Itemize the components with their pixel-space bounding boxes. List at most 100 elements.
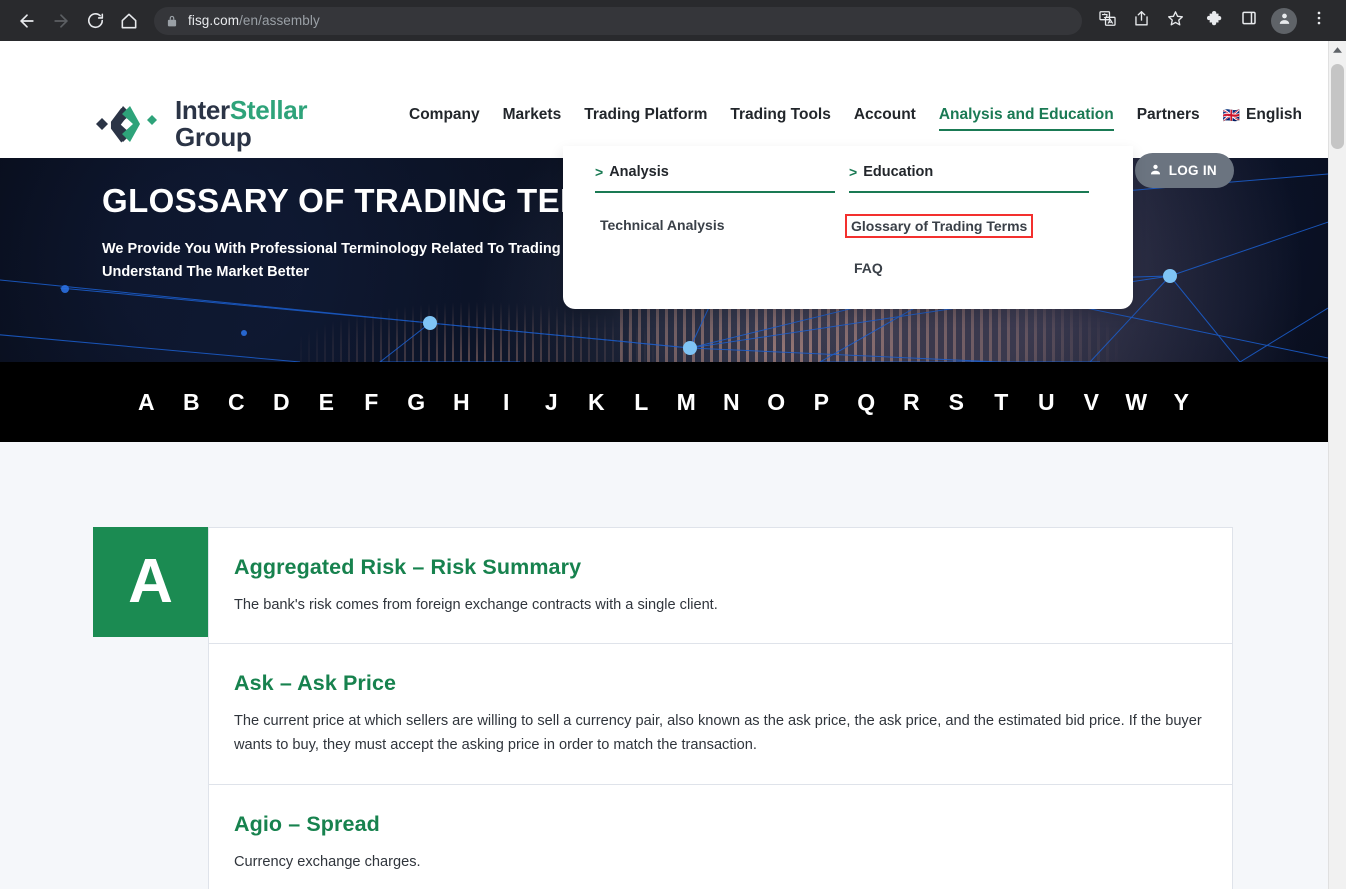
- address-bar[interactable]: fisg.com/en/assembly: [154, 6, 1082, 35]
- scrollbar-thumb[interactable]: [1331, 64, 1344, 149]
- alphabet-index-bar: A B C D E F G H I J K L M N O P Q R S T …: [0, 362, 1328, 442]
- nav-item-partners[interactable]: Partners: [1137, 106, 1200, 131]
- dropdown-links-analysis: Technical Analysis: [595, 193, 847, 255]
- back-button[interactable]: [10, 4, 44, 38]
- alphabet-letter-i[interactable]: I: [484, 389, 529, 416]
- alphabet-letter-c[interactable]: C: [214, 389, 259, 416]
- nav-item-markets[interactable]: Markets: [503, 106, 562, 131]
- logo-wordmark: InterStellar Group: [175, 95, 308, 153]
- glossary-term-description: Currency exchange charges.: [234, 853, 421, 870]
- dropdown-heading-education-label: Education: [863, 164, 934, 180]
- url-host: fisg.com: [188, 13, 240, 28]
- alphabet-letter-b[interactable]: B: [169, 389, 214, 416]
- glossary-term-description: The current price at which sellers are w…: [234, 713, 1202, 754]
- dropdown-links-education: Glossary of Trading Terms FAQ: [845, 193, 1101, 298]
- chevron-right-icon: >: [595, 164, 604, 180]
- glossary-term-description: The bank's risk comes from foreign excha…: [234, 597, 718, 613]
- alphabet-letter-m[interactable]: M: [664, 389, 709, 416]
- language-selector[interactable]: 🇬🇧 English: [1223, 106, 1302, 131]
- nav-item-trading-platform[interactable]: Trading Platform: [584, 106, 707, 131]
- glossary-term-item[interactable]: Ask – Ask Price The current price at whi…: [209, 644, 1232, 785]
- login-label: LOG IN: [1168, 163, 1217, 178]
- reload-icon: [86, 11, 105, 30]
- alphabet-letter-u[interactable]: U: [1024, 389, 1069, 416]
- login-button[interactable]: LOG IN: [1134, 153, 1234, 188]
- logo-text-stellar: Stellar: [229, 95, 308, 125]
- glossary-term-title: Ask – Ask Price: [234, 671, 397, 696]
- glossary-group-a: A Aggregated Risk – Risk Summary The ban…: [93, 527, 1233, 889]
- site-logo[interactable]: InterStellar Group: [88, 95, 308, 153]
- url-text: fisg.com/en/assembly: [188, 13, 320, 28]
- scrollbar-up-arrow[interactable]: [1329, 41, 1346, 59]
- alphabet-letter-n[interactable]: N: [709, 389, 754, 416]
- nav-item-trading-tools[interactable]: Trading Tools: [730, 106, 830, 131]
- main-navigation: Company Markets Trading Platform Trading…: [409, 106, 1302, 131]
- puzzle-piece-icon: [1206, 9, 1225, 33]
- forward-arrow-icon: [51, 11, 71, 31]
- nav-item-account[interactable]: Account: [854, 106, 916, 131]
- profile-button[interactable]: [1271, 7, 1297, 34]
- alphabet-letter-r[interactable]: R: [889, 389, 934, 416]
- dropdown-link-technical-analysis[interactable]: Technical Analysis: [595, 214, 730, 236]
- glossary-term-title: Agio – Spread: [234, 811, 380, 836]
- alphabet-letter-j[interactable]: J: [529, 389, 574, 416]
- star-icon: [1166, 9, 1185, 33]
- glossary-section: A Aggregated Risk – Risk Summary The ban…: [0, 442, 1328, 889]
- side-panel-icon: [1240, 9, 1258, 32]
- nav-item-company[interactable]: Company: [409, 106, 480, 131]
- lock-icon: [166, 14, 178, 28]
- profile-avatar-icon: [1277, 11, 1292, 31]
- alphabet-letter-t[interactable]: T: [979, 389, 1024, 416]
- alphabet-letter-e[interactable]: E: [304, 389, 349, 416]
- alphabet-letter-v[interactable]: V: [1069, 389, 1114, 416]
- share-icon: [1132, 9, 1151, 33]
- reload-button[interactable]: [78, 4, 112, 38]
- alphabet-letter-p[interactable]: P: [799, 389, 844, 416]
- alphabet-letter-a[interactable]: A: [124, 389, 169, 416]
- alphabet-letter-d[interactable]: D: [259, 389, 304, 416]
- glossary-term-list: Aggregated Risk – Risk Summary The bank'…: [208, 527, 1233, 889]
- alphabet-letter-w[interactable]: W: [1114, 389, 1159, 416]
- interstellar-logo-mark-icon: [88, 100, 162, 148]
- dropdown-heading-analysis-label: Analysis: [609, 164, 669, 180]
- bookmark-button[interactable]: [1160, 6, 1190, 36]
- chevron-right-icon: >: [849, 164, 858, 180]
- analysis-education-dropdown: > Analysis Technical Analysis > Educatio…: [563, 146, 1133, 309]
- dropdown-heading-analysis: > Analysis: [595, 164, 847, 191]
- alphabet-letter-s[interactable]: S: [934, 389, 979, 416]
- alphabet-letter-h[interactable]: H: [439, 389, 484, 416]
- side-panel-button[interactable]: [1234, 6, 1264, 36]
- dropdown-link-glossary-of-trading-terms[interactable]: Glossary of Trading Terms: [845, 214, 1034, 238]
- translate-icon: [1098, 9, 1117, 33]
- uk-flag-icon: 🇬🇧: [1222, 107, 1241, 123]
- alphabet-letter-l[interactable]: L: [619, 389, 664, 416]
- glossary-letter-badge: A: [93, 527, 208, 637]
- dropdown-column-analysis: > Analysis Technical Analysis: [595, 164, 847, 309]
- dropdown-link-faq[interactable]: FAQ: [849, 257, 888, 279]
- glossary-term-item[interactable]: Agio – Spread Currency exchange charges.: [209, 785, 1232, 889]
- three-dot-menu-icon: [1310, 9, 1328, 32]
- language-label: English: [1246, 106, 1303, 123]
- alphabet-letter-y[interactable]: Y: [1159, 389, 1204, 416]
- glossary-term-title: Aggregated Risk – Risk Summary: [234, 555, 582, 579]
- site-header: InterStellar Group Company Markets Tradi…: [0, 41, 1328, 188]
- nav-item-analysis-and-education[interactable]: Analysis and Education: [938, 106, 1114, 131]
- home-button[interactable]: [112, 4, 146, 38]
- extensions-button[interactable]: [1200, 6, 1230, 36]
- alphabet-letter-g[interactable]: G: [394, 389, 439, 416]
- forward-button[interactable]: [44, 4, 78, 38]
- page-scrollbar[interactable]: [1328, 41, 1346, 889]
- browser-menu-button[interactable]: [1304, 6, 1334, 36]
- alphabet-letter-q[interactable]: Q: [844, 389, 889, 416]
- home-icon: [119, 11, 139, 31]
- alphabet-letter-o[interactable]: O: [754, 389, 799, 416]
- web-page: InterStellar Group Company Markets Tradi…: [0, 41, 1328, 889]
- alphabet-letter-k[interactable]: K: [574, 389, 619, 416]
- glossary-term-item[interactable]: Aggregated Risk – Risk Summary The bank'…: [209, 528, 1232, 645]
- logo-text-group: Group: [175, 122, 252, 153]
- share-button[interactable]: [1126, 6, 1156, 36]
- alphabet-letter-f[interactable]: F: [349, 389, 394, 416]
- logo-text-inter: Inter: [175, 95, 230, 125]
- url-path: /en/assembly: [239, 13, 320, 28]
- translate-button[interactable]: [1092, 6, 1122, 36]
